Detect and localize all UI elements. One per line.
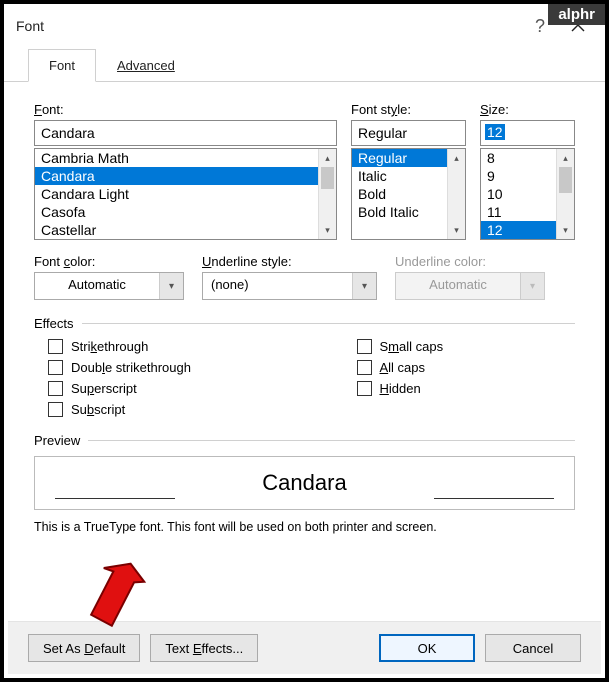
preview-group-header: Preview [34,433,575,448]
font-input[interactable] [34,120,337,146]
list-item[interactable]: Candara [35,167,318,185]
window-title: Font [16,18,519,34]
checkbox-icon [48,381,63,396]
cancel-button[interactable]: Cancel [485,634,581,662]
scroll-up-icon[interactable]: ▴ [448,149,465,167]
text-effects-button[interactable]: Text Effects... [150,634,258,662]
scroll-down-icon[interactable]: ▾ [319,221,336,239]
list-item[interactable]: 10 [481,185,556,203]
small-caps-checkbox[interactable]: Small caps [357,339,576,354]
list-item[interactable]: Candara Light [35,185,318,203]
chevron-down-icon: ▾ [520,273,544,299]
set-as-default-button[interactable]: Set As Default [28,634,140,662]
scroll-thumb[interactable] [321,167,334,189]
scroll-up-icon[interactable]: ▴ [319,149,336,167]
effects-group-header: Effects [34,316,575,331]
all-caps-checkbox[interactable]: All caps [357,360,576,375]
scroll-up-icon[interactable]: ▴ [557,149,574,167]
font-listbox[interactable]: Cambria Math Candara Candara Light Casof… [34,148,337,240]
underline-color-combo: Automatic ▾ [395,272,545,300]
size-listbox[interactable]: 8 9 10 11 12 ▴ ▾ [480,148,575,240]
scroll-thumb[interactable] [559,167,572,193]
underline-color-label: Underline color: [395,254,545,269]
underline-style-combo[interactable]: (none) ▾ [202,272,377,300]
tab-advanced[interactable]: Advanced [96,49,196,82]
checkbox-icon [48,360,63,375]
preview-text: Candara [262,470,346,496]
scroll-down-icon[interactable]: ▾ [557,221,574,239]
scrollbar[interactable]: ▴ ▾ [556,149,574,239]
ok-button[interactable]: OK [379,634,475,662]
style-listbox[interactable]: Regular Italic Bold Bold Italic ▴ ▾ [351,148,466,240]
superscript-checkbox[interactable]: Superscript [48,381,267,396]
checkbox-icon [357,339,372,354]
tab-strip: Font Advanced [4,48,605,82]
list-item[interactable]: 9 [481,167,556,185]
style-label: Font style: [351,102,466,117]
scroll-down-icon[interactable]: ▾ [448,221,465,239]
size-label: Size: [480,102,575,117]
chevron-down-icon[interactable]: ▾ [352,273,376,299]
preview-box: Candara [34,456,575,510]
watermark-badge: alphr [548,4,605,25]
list-item[interactable]: Regular [352,149,447,167]
titlebar: Font ? [4,4,605,44]
list-item[interactable]: 11 [481,203,556,221]
list-item[interactable]: Bold [352,185,447,203]
style-input[interactable] [351,120,466,146]
subscript-checkbox[interactable]: Subscript [48,402,267,417]
checkbox-icon [48,402,63,417]
font-type-note: This is a TrueType font. This font will … [34,520,575,534]
list-item[interactable]: 8 [481,149,556,167]
underline-style-label: Underline style: [202,254,377,269]
tab-font[interactable]: Font [28,49,96,82]
font-color-combo[interactable]: Automatic ▾ [34,272,184,300]
hidden-checkbox[interactable]: Hidden [357,381,576,396]
list-item[interactable]: Cambria Math [35,149,318,167]
font-color-label: Font color: [34,254,184,269]
scrollbar[interactable]: ▴ ▾ [447,149,465,239]
double-strikethrough-checkbox[interactable]: Double strikethrough [48,360,267,375]
dialog-button-row: Set As Default Text Effects... OK Cancel [8,621,601,674]
list-item[interactable]: 12 [481,221,556,239]
font-label: Font: [34,102,337,117]
list-item[interactable]: Casofa [35,203,318,221]
checkbox-icon [48,339,63,354]
scrollbar[interactable]: ▴ ▾ [318,149,336,239]
list-item[interactable]: Bold Italic [352,203,447,221]
strikethrough-checkbox[interactable]: Strikethrough [48,339,267,354]
checkbox-icon [357,360,372,375]
checkbox-icon [357,381,372,396]
list-item[interactable]: Italic [352,167,447,185]
size-input[interactable]: 12 [480,120,575,146]
chevron-down-icon[interactable]: ▾ [159,273,183,299]
list-item[interactable]: Castellar [35,221,318,239]
